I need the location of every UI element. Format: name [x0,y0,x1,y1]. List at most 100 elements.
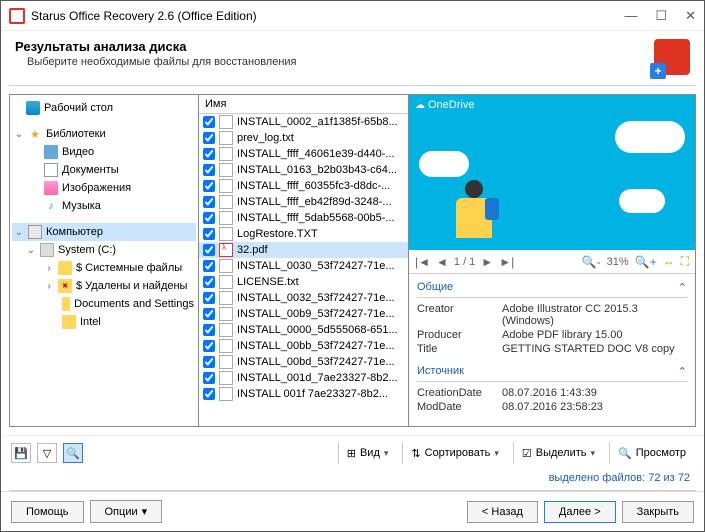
file-checkbox[interactable] [203,308,215,320]
collapse-icon[interactable]: ⌄ [26,245,36,256]
btn-label: Сортировать [425,447,491,459]
collapse-icon[interactable]: ⌃ [678,281,687,294]
file-name: INSTALL_ffff_eb42f89d-3248-... [237,196,392,208]
section-source[interactable]: Источник⌃ [417,362,687,382]
file-checkbox[interactable] [203,196,215,208]
first-page-icon[interactable]: |◄ [415,255,430,269]
file-checkbox[interactable] [203,212,215,224]
save-icon[interactable]: 💾 [11,443,31,463]
minimize-icon[interactable]: — [624,8,637,24]
close-button[interactable]: Закрыть [622,501,694,523]
file-name: INSTALL_0032_53f72427-71e... [237,292,395,304]
column-name-header[interactable]: Имя [199,95,408,114]
close-icon[interactable]: ✕ [685,8,696,24]
tree-desktop[interactable]: Рабочий стол [12,99,196,117]
file-row[interactable]: INSTALL 001f 7ae23327-8b2... [199,386,408,402]
file-name: INSTALL_ffff_60355fc3-d8dc-... [237,180,390,192]
file-row[interactable]: INSTALL_ffff_46061e39-d440-... [199,146,408,162]
filter-icon[interactable]: ▽ [37,443,57,463]
file-checkbox[interactable] [203,260,215,272]
last-page-icon[interactable]: ►| [499,255,514,269]
file-checkbox[interactable] [203,164,215,176]
file-row[interactable]: INSTALL_0000_5d555068-651... [199,322,408,338]
file-icon [219,147,233,161]
film-icon [44,145,58,159]
file-checkbox[interactable] [203,228,215,240]
folder-tree[interactable]: Рабочий стол ⌄★Библиотеки Видео Документ… [9,94,199,427]
file-checkbox[interactable] [203,372,215,384]
file-row[interactable]: INSTALL_ffff_60355fc3-d8dc-... [199,178,408,194]
file-icon [219,131,233,145]
help-button[interactable]: Помощь [11,501,84,523]
chevron-down-icon: ▾ [142,505,148,518]
expand-icon[interactable]: › [44,281,54,292]
fit-page-icon[interactable]: ⛶ [681,254,689,269]
fit-width-icon[interactable]: ⇔ [663,255,675,269]
file-checkbox[interactable] [203,340,215,352]
file-list[interactable]: INSTALL_0002_a1f1385f-65b8... prev_log.tx… [199,114,408,426]
file-row[interactable]: INSTALL_0032_53f72427-71e... [199,290,408,306]
collapse-icon[interactable]: ⌄ [14,129,24,140]
file-row[interactable]: INSTALL_0163_b2b03b43-c64... [199,162,408,178]
tree-video[interactable]: Видео [12,143,196,161]
file-name: INSTALL_ffff_5dab5568-00b5-... [237,212,395,224]
next-page-icon[interactable]: ► [481,255,493,269]
file-row[interactable]: INSTALL_0030_53f72427-71e... [199,258,408,274]
file-row[interactable]: INSTALL_00bb_53f72427-71e... [199,338,408,354]
secondary-toolbar: 💾 ▽ 🔍 ⊞Вид▾ ⇅Сортировать▾ ☑Выделить▾ 🔍Пр… [1,435,704,470]
tree-images[interactable]: Изображения [12,179,196,197]
file-name: prev_log.txt [237,132,294,144]
tree-libraries[interactable]: ⌄★Библиотеки [12,125,196,143]
tree-music[interactable]: ♪Музыка [12,197,196,215]
collapse-icon[interactable]: ⌄ [14,227,24,238]
file-row[interactable]: INSTALL_0002_a1f1385f-65b8... [199,114,408,130]
tree-docs-settings[interactable]: Documents and Settings [12,295,196,313]
file-checkbox[interactable] [203,116,215,128]
section-general[interactable]: Общие⌃ [417,278,687,298]
file-row[interactable]: INSTALL_00b9_53f72427-71e... [199,306,408,322]
tree-system-c[interactable]: ⌄System (C:) [12,241,196,259]
select-button[interactable]: ☑Выделить▾ [513,442,603,464]
file-checkbox[interactable] [203,324,215,336]
onedrive-banner: ☁ OneDrive [415,99,474,111]
tree-label: Библиотеки [46,128,106,140]
file-checkbox[interactable] [203,276,215,288]
file-row[interactable]: INSTALL_ffff_eb42f89d-3248-... [199,194,408,210]
tree-system-files[interactable]: ›$ Системные файлы [12,259,196,277]
expand-icon[interactable]: › [44,263,54,274]
file-checkbox[interactable] [203,180,215,192]
file-checkbox[interactable] [203,356,215,368]
view-button[interactable]: ⊞Вид▾ [338,442,397,464]
sort-button[interactable]: ⇅Сортировать▾ [402,442,506,464]
file-row[interactable]: INSTALL_ffff_5dab5568-00b5-... [199,210,408,226]
file-checkbox[interactable] [203,148,215,160]
file-row[interactable]: INSTALL_001d_7ae23327-8b2... [199,370,408,386]
collapse-icon[interactable]: ⌃ [678,365,687,378]
preview-image: ☁ OneDrive [409,95,695,250]
options-button[interactable]: Опции▾ [90,500,163,523]
file-checkbox[interactable] [203,132,215,144]
prev-page-icon[interactable]: ◄ [436,255,448,269]
zoom-out-icon[interactable]: 🔍- [582,255,601,269]
maximize-icon[interactable]: ☐ [655,8,667,24]
tree-computer[interactable]: ⌄Компьютер [12,223,196,241]
file-row[interactable]: prev_log.txt [199,130,408,146]
file-row[interactable]: LICENSE.txt [199,274,408,290]
file-checkbox[interactable] [203,292,215,304]
tree-documents[interactable]: Документы [12,161,196,179]
file-row[interactable]: LogRestore.TXT [199,226,408,242]
back-button[interactable]: < Назад [467,501,538,523]
file-checkbox[interactable] [203,244,215,256]
file-name: INSTALL_0000_5d555068-651... [237,324,398,336]
preview-button[interactable]: 🔍Просмотр [609,442,694,464]
tree-intel[interactable]: Intel [12,313,196,331]
zoom-in-icon[interactable]: 🔍+ [635,255,657,269]
next-button[interactable]: Далее > [544,501,616,523]
file-checkbox[interactable] [203,388,215,400]
search-icon[interactable]: 🔍 [63,443,83,463]
tree-label: Документы [62,164,119,176]
tree-deleted-found[interactable]: ›$ Удалены и найдены [12,277,196,295]
file-row[interactable]: 32.pdf [199,242,408,258]
file-row[interactable]: INSTALL_00bd_53f72427-71e... [199,354,408,370]
file-icon [219,179,233,193]
